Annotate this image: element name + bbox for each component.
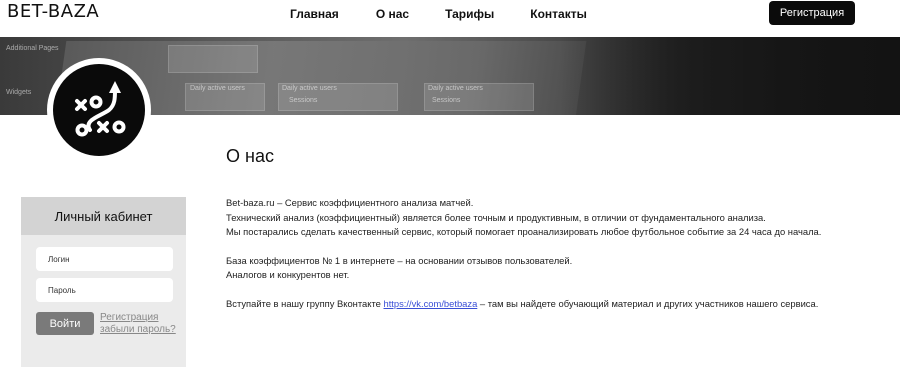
- page-title: О нас: [226, 146, 274, 166]
- main-nav: Главная О нас Тарифы Контакты: [290, 7, 623, 21]
- register-button[interactable]: Регистрация: [769, 1, 855, 25]
- about-text-line: Мы постарались сделать качественный серв…: [226, 226, 822, 237]
- login-submit-button[interactable]: Войти: [36, 312, 94, 335]
- vk-line-prefix: Вступайте в нашу группу Вконтакте: [226, 298, 384, 309]
- banner-label: Daily active users: [190, 85, 245, 92]
- tactics-xo-arrow-icon: [75, 81, 126, 137]
- nav-tariffs[interactable]: Тарифы: [445, 7, 494, 21]
- banner-label: Sessions: [432, 97, 461, 104]
- about-text-line: База коэффициентов № 1 в интернете – на …: [226, 255, 573, 266]
- login-card-title: Личный кабинет: [21, 197, 186, 235]
- avatar: [47, 58, 151, 162]
- banner-label: Daily active users: [428, 85, 483, 92]
- register-link[interactable]: Регистрация: [100, 312, 158, 323]
- password-input[interactable]: Пароль: [36, 278, 173, 302]
- about-text-line: Аналогов и конкурентов нет.: [226, 269, 350, 280]
- banner-dark-gradient: [560, 37, 900, 115]
- logo[interactable]: BET-BAZA: [7, 1, 99, 22]
- nav-contacts[interactable]: Контакты: [530, 7, 587, 21]
- banner-label: Widgets: [6, 89, 32, 96]
- banner-label: Additional Pages: [6, 45, 59, 52]
- nav-about[interactable]: О нас: [376, 7, 409, 21]
- banner-label: Daily active users: [282, 85, 337, 92]
- about-text-line: Технический анализ (коэффициентный) явля…: [226, 212, 766, 223]
- about-vk-line: Вступайте в нашу группу Вконтакте https:…: [226, 298, 818, 309]
- nav-home[interactable]: Главная: [290, 7, 339, 21]
- vk-line-suffix: – там вы найдете обучающий материал и др…: [477, 298, 819, 309]
- site-header: BET-BAZA Главная О нас Тарифы Контакты Р…: [0, 0, 900, 37]
- banner-label: Sessions: [289, 97, 318, 104]
- vk-group-link[interactable]: https://vk.com/betbaza: [383, 298, 477, 309]
- banner-card: [168, 45, 258, 73]
- forgot-password-link[interactable]: забыли пароль?: [100, 324, 176, 335]
- login-card: Личный кабинет Логин Пароль Войти Регист…: [21, 197, 186, 367]
- about-text-line: Bet-baza.ru – Сервис коэффициентного ана…: [226, 197, 474, 208]
- avatar-disc: [53, 64, 145, 156]
- login-input[interactable]: Логин: [36, 247, 173, 271]
